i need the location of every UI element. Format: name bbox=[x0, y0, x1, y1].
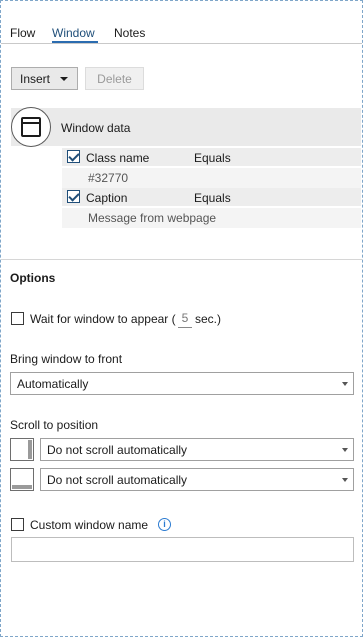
condition-field: Caption bbox=[86, 191, 128, 205]
condition-value[interactable]: #32770 bbox=[88, 171, 128, 185]
condition-checkbox-class-name[interactable] bbox=[67, 150, 80, 163]
horizontal-scroll-select[interactable]: Do not scroll automatically bbox=[40, 468, 354, 491]
tab-notes[interactable]: Notes bbox=[114, 26, 145, 40]
custom-name-checkbox[interactable] bbox=[11, 518, 24, 531]
window-data-icon-circle bbox=[11, 107, 51, 147]
wait-label: Wait for window to appear ( bbox=[30, 312, 176, 326]
info-icon[interactable]: i bbox=[158, 518, 171, 531]
options-heading: Options bbox=[10, 271, 56, 285]
chevron-down-icon bbox=[342, 382, 348, 386]
condition-operator[interactable]: Equals bbox=[194, 191, 231, 205]
custom-name-input[interactable] bbox=[11, 537, 354, 562]
horizontal-scroll-icon bbox=[10, 468, 34, 491]
bring-to-front-label: Bring window to front bbox=[10, 352, 123, 366]
chevron-down-icon bbox=[342, 448, 348, 452]
vertical-scroll-icon bbox=[10, 438, 34, 461]
bring-to-front-value: Automatically bbox=[17, 376, 89, 391]
bring-to-front-select[interactable]: Automatically bbox=[10, 372, 354, 395]
insert-button[interactable]: Insert bbox=[11, 67, 78, 90]
chevron-down-icon bbox=[60, 77, 68, 81]
vertical-scroll-value: Do not scroll automatically bbox=[47, 442, 188, 457]
tabs-divider bbox=[1, 43, 362, 44]
condition-value[interactable]: Message from webpage bbox=[88, 211, 216, 225]
horizontal-scroll-value: Do not scroll automatically bbox=[47, 472, 188, 487]
wait-label-suffix: sec.) bbox=[195, 312, 222, 326]
chevron-down-icon bbox=[342, 478, 348, 482]
window-icon bbox=[21, 117, 41, 137]
tab-flow[interactable]: Flow bbox=[10, 26, 35, 40]
insert-button-label: Insert bbox=[20, 71, 51, 86]
tab-window[interactable]: Window bbox=[52, 26, 95, 40]
delete-button[interactable]: Delete bbox=[85, 67, 144, 90]
custom-name-label: Custom window name bbox=[30, 518, 149, 532]
delete-button-label: Delete bbox=[97, 71, 132, 86]
condition-field: Class name bbox=[86, 151, 150, 165]
condition-operator[interactable]: Equals bbox=[194, 151, 231, 165]
wait-checkbox[interactable] bbox=[11, 312, 24, 325]
vertical-scroll-select[interactable]: Do not scroll automatically bbox=[40, 438, 354, 461]
section-divider bbox=[1, 259, 362, 260]
scroll-label: Scroll to position bbox=[10, 418, 99, 432]
window-data-title: Window data bbox=[61, 121, 131, 135]
condition-checkbox-caption[interactable] bbox=[67, 190, 80, 203]
wait-seconds-input[interactable]: 5 bbox=[178, 311, 192, 328]
